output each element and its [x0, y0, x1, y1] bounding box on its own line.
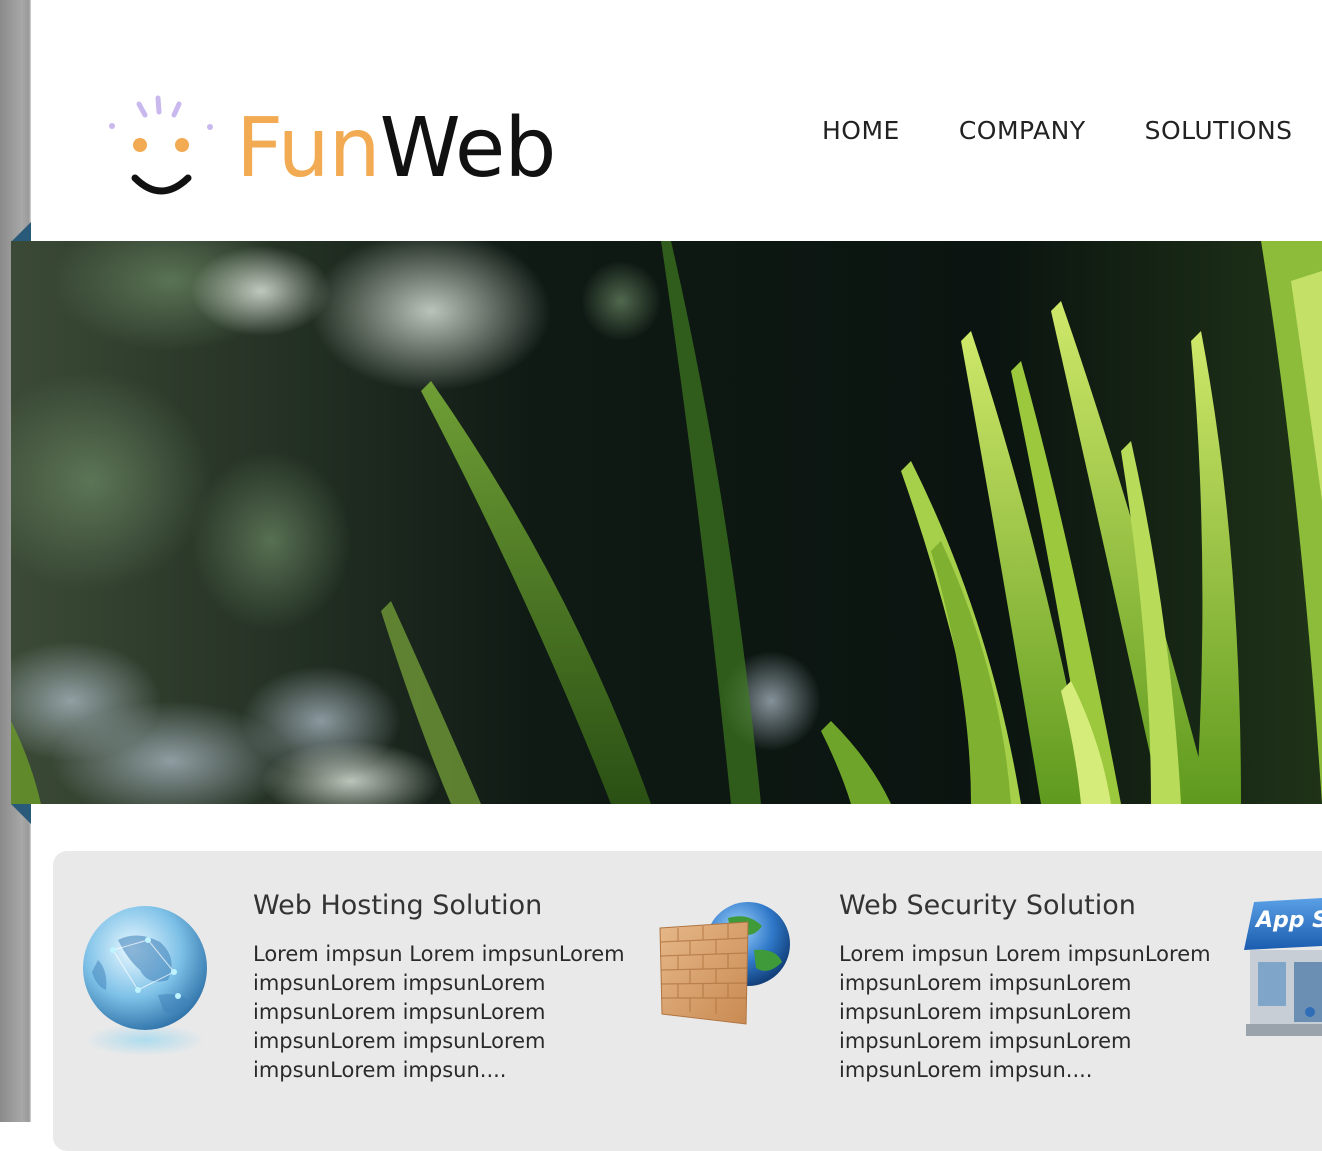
- feature-title-web-security: Web Security Solution: [839, 890, 1136, 921]
- feature-title-web-hosting: Web Hosting Solution: [253, 890, 543, 921]
- logo-web-text: Web: [379, 101, 557, 196]
- main-nav: HOME COMPANY SOLUTIONS: [822, 116, 1322, 145]
- feature-text-web-hosting: Lorem impsun Lorem impsunLorem impsunLor…: [253, 942, 625, 1082]
- nav-home[interactable]: HOME: [822, 116, 900, 145]
- feature-text-web-security: Lorem impsun Lorem impsunLorem impsunLor…: [839, 942, 1211, 1082]
- firewall-globe-icon: [659, 902, 790, 1025]
- globe-icon: [83, 906, 207, 1056]
- hero-banner-image: [11, 241, 1322, 804]
- banner-corner-tab-top: [11, 222, 31, 242]
- smiley-logo-icon: [109, 95, 213, 195]
- banner-corner-tab-bottom: [11, 804, 31, 824]
- grass-photo-image: [11, 241, 1322, 804]
- app-store-badge-text: App S: [1256, 908, 1322, 933]
- nav-solutions[interactable]: SOLUTIONS: [1145, 116, 1293, 145]
- site-logo-text[interactable]: FunWeb: [236, 108, 556, 190]
- nav-company[interactable]: COMPANY: [959, 116, 1086, 145]
- logo-fun-text: Fun: [236, 101, 381, 196]
